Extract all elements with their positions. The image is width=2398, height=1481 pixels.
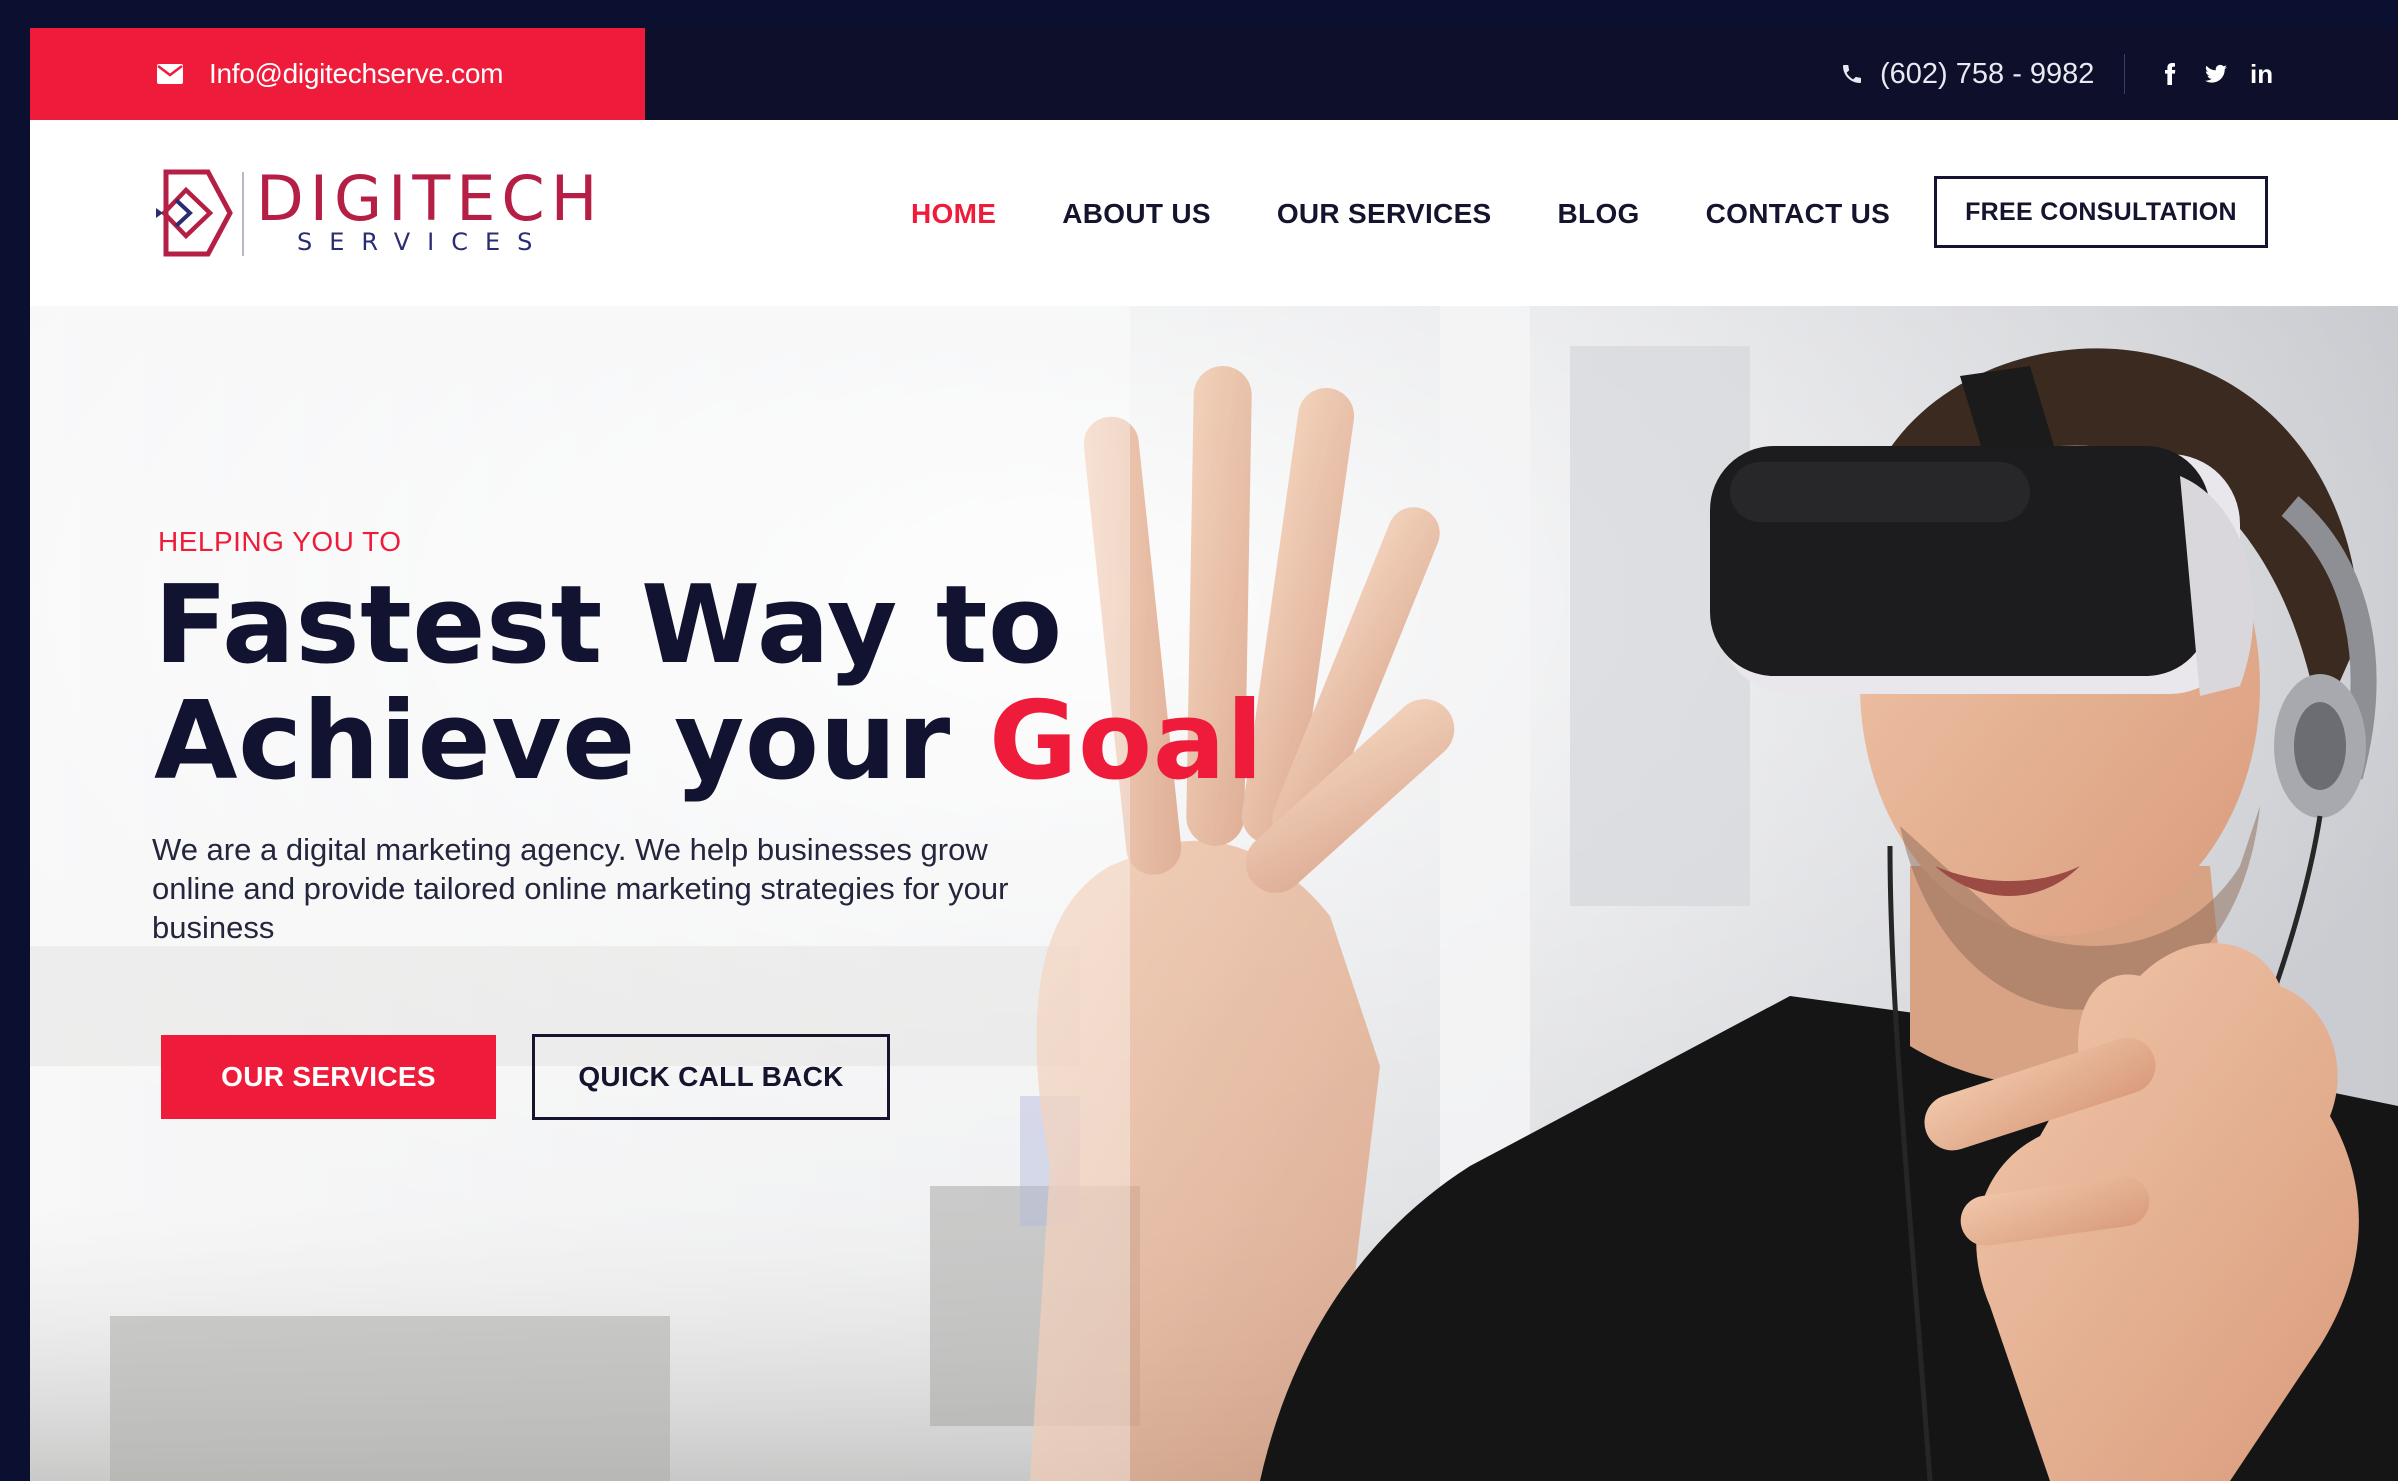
logo-mark-icon: [156, 169, 233, 257]
linkedin-icon[interactable]: in: [2250, 59, 2273, 90]
email-address[interactable]: Info@digitechserve.com: [209, 58, 503, 90]
twitter-icon[interactable]: [2204, 62, 2228, 86]
free-consultation-button[interactable]: FREE CONSULTATION: [1934, 176, 2268, 248]
email-contact[interactable]: Info@digitechserve.com: [30, 28, 645, 120]
logo-divider: [242, 172, 244, 256]
our-services-button[interactable]: OUR SERVICES: [161, 1035, 496, 1119]
nav-item-blog[interactable]: BLOG: [1558, 198, 1640, 230]
hero-title-accent: Goal: [988, 679, 1264, 804]
hero-title: Fastest Way to Achieve your Goal: [154, 568, 1264, 800]
site-header: DIGITECH SERVICES HOME ABOUT US OUR SERV…: [30, 120, 2398, 306]
nav-item-our-services[interactable]: OUR SERVICES: [1277, 198, 1492, 230]
hero-section: HELPING YOU TO Fastest Way to Achieve yo…: [30, 306, 2398, 1481]
main-navigation: HOME ABOUT US OUR SERVICES BLOG CONTACT …: [911, 198, 1956, 230]
hero-title-line2: Achieve your: [154, 679, 951, 804]
phone-number[interactable]: (602) 758 - 9982: [1880, 58, 2094, 91]
facebook-icon[interactable]: [2158, 62, 2182, 86]
social-links: in: [2158, 28, 2273, 120]
nav-item-contact-us[interactable]: CONTACT US: [1706, 198, 1890, 230]
logo-tagline: SERVICES: [297, 228, 550, 256]
browser-page: Info@digitechserve.com (602) 758 - 9982 …: [30, 28, 2398, 1481]
hero-description: We are a digital marketing agency. We he…: [152, 832, 1009, 945]
phone-contact[interactable]: (602) 758 - 9982: [1840, 28, 2094, 120]
logo-wordmark: DIGITECH: [256, 162, 604, 235]
phone-icon: [1843, 65, 1861, 83]
top-bar: Info@digitechserve.com (602) 758 - 9982 …: [30, 28, 2398, 120]
envelope-icon: [157, 64, 183, 84]
hero-eyebrow: HELPING YOU TO: [158, 526, 402, 557]
nav-item-home[interactable]: HOME: [911, 198, 996, 230]
nav-item-about-us[interactable]: ABOUT US: [1062, 198, 1211, 230]
quick-call-back-button[interactable]: QUICK CALL BACK: [532, 1034, 890, 1120]
brand-logo[interactable]: DIGITECH SERVICES: [156, 162, 597, 268]
hero-title-line1: Fastest Way to: [154, 563, 1063, 688]
top-bar-divider: [2124, 54, 2125, 94]
